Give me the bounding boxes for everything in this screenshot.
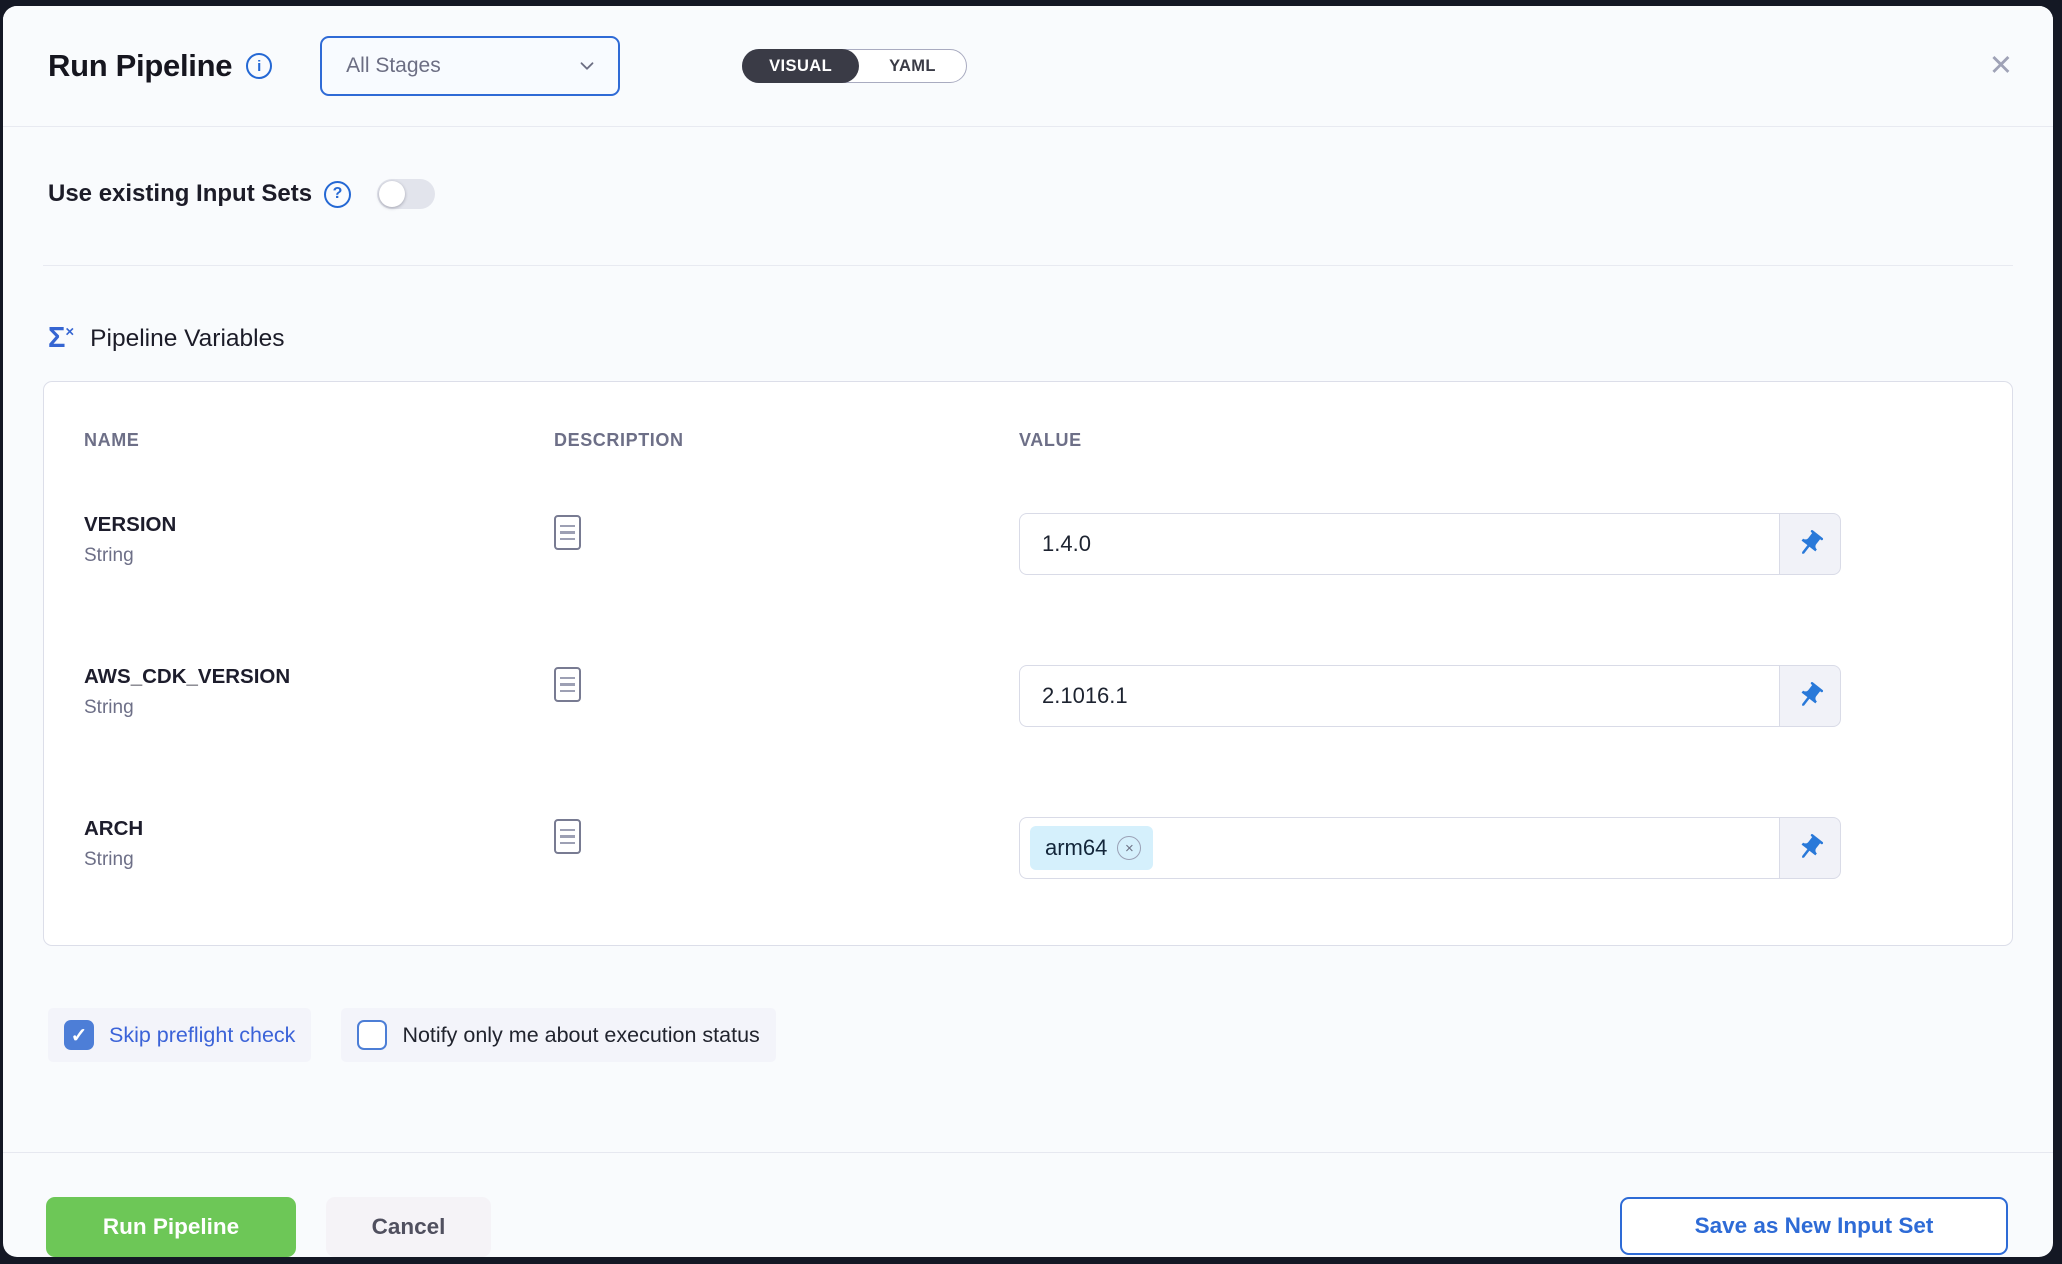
use-input-sets-row: Use existing Input Sets ? xyxy=(48,179,2013,209)
variable-description-cell xyxy=(554,817,1019,854)
variable-type: String xyxy=(84,849,554,871)
pin-button[interactable] xyxy=(1779,513,1841,575)
variable-name: AWS_CDK_VERSION xyxy=(84,665,554,689)
variable-name-cell: AWS_CDK_VERSION String xyxy=(84,665,554,719)
variable-type: String xyxy=(84,697,554,719)
pin-icon xyxy=(1789,675,1831,717)
tab-visual[interactable]: VISUAL xyxy=(742,49,859,83)
variables-table-header: NAME DESCRIPTION VALUE xyxy=(84,430,1972,451)
column-header-name: NAME xyxy=(84,430,554,451)
modal-content: Use existing Input Sets ? Σ× Pipeline Va… xyxy=(3,127,2053,1124)
pipeline-variables-title: Pipeline Variables xyxy=(90,325,284,353)
visual-yaml-toggle: VISUAL YAML xyxy=(742,49,967,83)
column-header-value: VALUE xyxy=(1019,430,1972,451)
run-pipeline-button[interactable]: Run Pipeline xyxy=(46,1197,296,1257)
table-row: AWS_CDK_VERSION String xyxy=(84,665,1972,727)
table-row: VERSION String xyxy=(84,513,1972,575)
checkbox-unchecked[interactable] xyxy=(357,1020,387,1050)
notify-only-me-checkbox[interactable]: Notify only me about execution status xyxy=(341,1008,775,1062)
pin-button[interactable] xyxy=(1779,665,1841,727)
use-input-sets-toggle[interactable] xyxy=(377,179,435,209)
variable-value-cell: arm64 × xyxy=(1019,817,1841,879)
description-icon[interactable] xyxy=(554,819,581,854)
cancel-button[interactable]: Cancel xyxy=(326,1197,491,1257)
tag-label: arm64 xyxy=(1045,835,1107,861)
value-tag: arm64 × xyxy=(1030,826,1153,870)
variable-value-cell xyxy=(1019,665,1841,727)
section-divider xyxy=(43,265,2013,266)
pipeline-variables-card: NAME DESCRIPTION VALUE VERSION String xyxy=(43,381,2013,946)
description-icon[interactable] xyxy=(554,667,581,702)
variable-name-cell: ARCH String xyxy=(84,817,554,871)
version-value-input[interactable] xyxy=(1019,513,1779,575)
info-icon[interactable]: i xyxy=(246,53,272,79)
pin-icon xyxy=(1789,523,1831,565)
toggle-knob xyxy=(379,181,405,207)
variable-name: ARCH xyxy=(84,817,554,841)
close-icon[interactable]: ✕ xyxy=(1981,48,2021,85)
pin-icon xyxy=(1789,827,1831,869)
remove-tag-icon[interactable]: × xyxy=(1117,836,1141,860)
variable-name-cell: VERSION String xyxy=(84,513,554,567)
aws-cdk-version-value-input[interactable] xyxy=(1019,665,1779,727)
variable-description-cell xyxy=(554,513,1019,550)
description-icon[interactable] xyxy=(554,515,581,550)
notify-only-me-label: Notify only me about execution status xyxy=(402,1023,759,1048)
table-row: ARCH String arm64 × xyxy=(84,817,1972,879)
column-header-description: DESCRIPTION xyxy=(554,430,1019,451)
tab-yaml[interactable]: YAML xyxy=(859,50,966,82)
pin-button[interactable] xyxy=(1779,817,1841,879)
skip-preflight-checkbox[interactable]: ✓ Skip preflight check xyxy=(48,1008,311,1062)
help-icon[interactable]: ? xyxy=(324,181,351,208)
run-pipeline-modal: Run Pipeline i All Stages VISUAL YAML ✕ … xyxy=(3,6,2053,1257)
save-as-new-input-set-button[interactable]: Save as New Input Set xyxy=(1620,1197,2008,1255)
modal-footer: Run Pipeline Cancel Save as New Input Se… xyxy=(3,1152,2053,1257)
variable-name: VERSION xyxy=(84,513,554,537)
skip-preflight-label: Skip preflight check xyxy=(109,1023,295,1048)
arch-value-input[interactable]: arm64 × xyxy=(1019,817,1779,879)
variable-value-cell xyxy=(1019,513,1841,575)
variable-type: String xyxy=(84,545,554,567)
chevron-down-icon xyxy=(576,55,598,77)
use-input-sets-label: Use existing Input Sets xyxy=(48,180,312,208)
pipeline-variables-heading: Σ× Pipeline Variables xyxy=(48,324,2013,353)
page-title: Run Pipeline xyxy=(48,48,232,84)
stage-selector-value: All Stages xyxy=(346,54,441,78)
execution-options-row: ✓ Skip preflight check Notify only me ab… xyxy=(48,1008,2013,1062)
stage-selector-dropdown[interactable]: All Stages xyxy=(320,36,620,96)
checkbox-checked[interactable]: ✓ xyxy=(64,1020,94,1050)
modal-header: Run Pipeline i All Stages VISUAL YAML ✕ xyxy=(3,6,2053,127)
sigma-variable-icon: Σ× xyxy=(48,324,74,353)
variable-description-cell xyxy=(554,665,1019,702)
